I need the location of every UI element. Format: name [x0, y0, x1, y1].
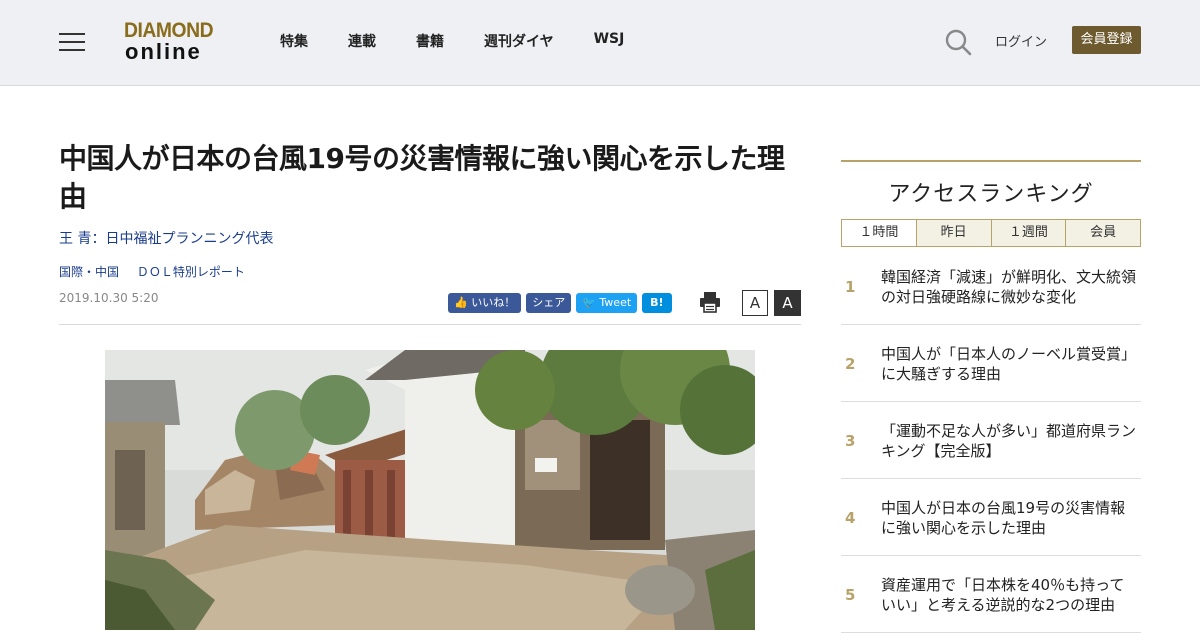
twitter-bird-icon: 🐦 [582, 296, 600, 309]
nav-rensai[interactable]: 連載 [348, 31, 376, 51]
thumbs-up-icon: 👍 [454, 296, 472, 309]
list-item[interactable]: 4 中国人が日本の台風19号の災害情報に強い関心を示した理由 [841, 479, 1141, 556]
publish-date: 2019.10.30 5:20 [59, 291, 159, 305]
rank-title[interactable]: 中国人が「日本人のノーベル賞受賞」に大騒ぎする理由 [881, 325, 1139, 402]
ranking-tabs: １時間 昨日 １週間 会員 [841, 219, 1141, 247]
article-photo [105, 350, 755, 630]
register-button[interactable]: 会員登録 [1072, 26, 1141, 54]
rank-title[interactable]: 中国人が日本の台風19号の災害情報に強い関心を示した理由 [881, 479, 1139, 556]
social-share-bar: 👍 いいね！ シェア 🐦 Tweet B! [448, 293, 677, 313]
list-item[interactable]: 1 韓国経済「減速」が鮮明化、文大統領の対日強硬路線に微妙な変化 [841, 248, 1141, 325]
font-size-normal-button[interactable]: A [742, 290, 768, 316]
font-size-large-button[interactable]: A [774, 290, 801, 316]
rank-number: 3 [845, 431, 856, 450]
rank-title[interactable]: 資産運用で「日本株を40％も持っていい」と考える逆説的な2つの理由 [881, 556, 1139, 633]
category-link[interactable]: 国際・中国 [59, 265, 119, 279]
list-item[interactable]: 5 資産運用で「日本株を40％も持っていい」と考える逆説的な2つの理由 [841, 556, 1141, 633]
tweet-label: Tweet [599, 296, 632, 309]
site-header: DIAMOND online 特集 連載 書籍 週刊ダイヤ WSJ ログイン 会… [0, 0, 1200, 86]
logo-bottom-text: online [125, 39, 202, 64]
tweet-button[interactable]: 🐦 Tweet [576, 293, 638, 313]
article-title: 中国人が日本の台風19号の災害情報に強い関心を示した理由 [59, 142, 785, 213]
tab-1week[interactable]: １週間 [990, 220, 1066, 246]
print-icon[interactable] [699, 291, 721, 313]
tab-1hour[interactable]: １時間 [842, 220, 916, 246]
rank-title[interactable]: 「運動不足な人が多い」都道府県ランキング【完全版】 [881, 402, 1139, 479]
divider [59, 324, 801, 325]
nav-shoseki[interactable]: 書籍 [416, 31, 444, 51]
rank-number: 2 [845, 354, 856, 373]
list-item[interactable]: 3 「運動不足な人が多い」都道府県ランキング【完全版】 [841, 402, 1141, 479]
main-nav: 特集 連載 書籍 週刊ダイヤ WSJ [280, 31, 664, 51]
rank-number: 5 [845, 585, 856, 604]
facebook-like-button[interactable]: 👍 いいね！ [448, 293, 522, 313]
nav-weekly-diamond[interactable]: 週刊ダイヤ [484, 31, 554, 51]
ranking-list: 1 韓国経済「減速」が鮮明化、文大統領の対日強硬路線に微妙な変化 2 中国人が「… [841, 248, 1141, 633]
nav-wsj[interactable]: WSJ [594, 31, 625, 51]
list-item[interactable]: 2 中国人が「日本人のノーベル賞受賞」に大騒ぎする理由 [841, 325, 1141, 402]
author-link[interactable]: 王 青：日中福祉プランニング代表 [59, 228, 273, 248]
ranking-title: アクセスランキング [888, 182, 1094, 207]
hatena-bookmark-button[interactable]: B! [642, 293, 672, 313]
menu-icon[interactable] [59, 31, 85, 53]
search-icon[interactable] [944, 28, 972, 56]
site-logo[interactable]: DIAMOND online [124, 20, 228, 66]
category-list: 国際・中国 ＤＯＬ特別レポート [59, 263, 259, 280]
ranking-top-border [841, 160, 1141, 162]
login-link[interactable]: ログイン [995, 31, 1047, 50]
rank-number: 1 [845, 277, 856, 296]
rank-number: 4 [845, 508, 856, 527]
facebook-share-button[interactable]: シェア [526, 293, 572, 313]
tab-members[interactable]: 会員 [1065, 220, 1140, 246]
nav-tokushu[interactable]: 特集 [280, 31, 308, 51]
like-label: いいね！ [471, 296, 516, 309]
tab-yesterday[interactable]: 昨日 [915, 220, 991, 246]
rank-title[interactable]: 韓国経済「減速」が鮮明化、文大統領の対日強硬路線に微妙な変化 [881, 248, 1139, 325]
category-link[interactable]: ＤＯＬ特別レポート [137, 265, 245, 279]
